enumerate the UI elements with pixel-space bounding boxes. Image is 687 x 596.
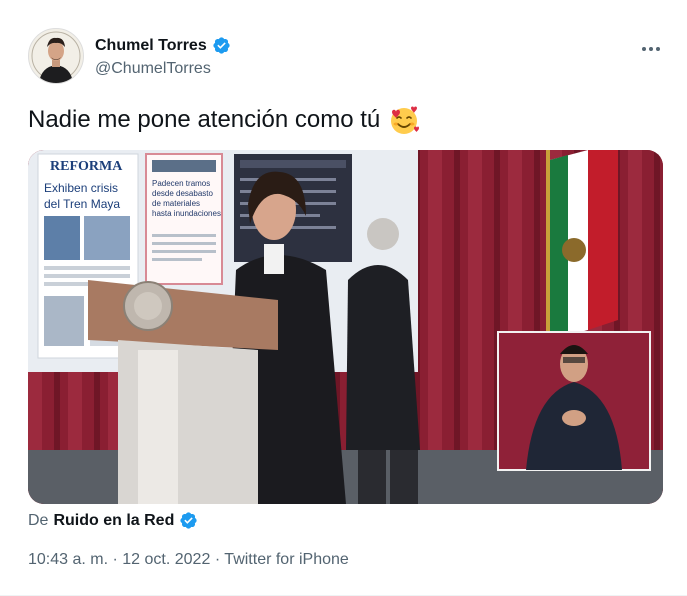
avatar-image <box>29 29 83 83</box>
tweet-client[interactable]: Twitter for iPhone <box>224 551 349 568</box>
avatar[interactable] <box>28 28 84 84</box>
clipping-line-4: hasta inundaciones <box>152 209 221 218</box>
tweet-meta: 10:43 a. m. · 12 oct. 2022 · Twitter for… <box>28 551 349 569</box>
tweet-time[interactable]: 10:43 a. m. <box>28 551 108 568</box>
tweet-card: Chumel Torres @ChumelTorres Nadie me pon… <box>0 0 687 596</box>
tweet-media-image[interactable]: REFORMA Exhiben crisis del Tren Maya Pad… <box>28 150 663 504</box>
attribution-source[interactable]: Ruido en la Red <box>53 512 174 530</box>
attribution-prefix: De <box>28 511 49 529</box>
press-conference-image: REFORMA Exhiben crisis del Tren Maya Pad… <box>28 150 663 504</box>
more-options-icon[interactable] <box>641 36 661 57</box>
newspaper-masthead: REFORMA <box>50 159 123 174</box>
tweet-date[interactable]: 12 oct. 2022 <box>122 551 210 568</box>
media-attribution[interactable]: De Ruido en la Red <box>28 511 198 530</box>
clipping-line-3: de materiales <box>152 199 200 208</box>
verified-badge-icon <box>213 37 230 54</box>
author-name[interactable]: Chumel Torres <box>95 37 207 55</box>
clipping-line-1: Padecen tramos <box>152 179 210 188</box>
tweet-body: Nadie me pone atención como tú <box>28 106 381 133</box>
newspaper-headline-1: Exhiben crisis <box>44 181 118 195</box>
author-name-row[interactable]: Chumel Torres <box>95 36 231 55</box>
meta-separator: · <box>112 551 118 568</box>
tweet-text: Nadie me pone atención como tú <box>28 104 420 136</box>
verified-badge-icon <box>180 512 197 529</box>
meta-separator: · <box>214 551 221 568</box>
newspaper-headline-2: del Tren Maya <box>44 197 120 211</box>
author-handle[interactable]: @ChumelTorres <box>95 60 211 78</box>
clipping-line-2: desde desabasto <box>152 189 213 198</box>
smiling-face-with-hearts-icon <box>391 106 420 134</box>
